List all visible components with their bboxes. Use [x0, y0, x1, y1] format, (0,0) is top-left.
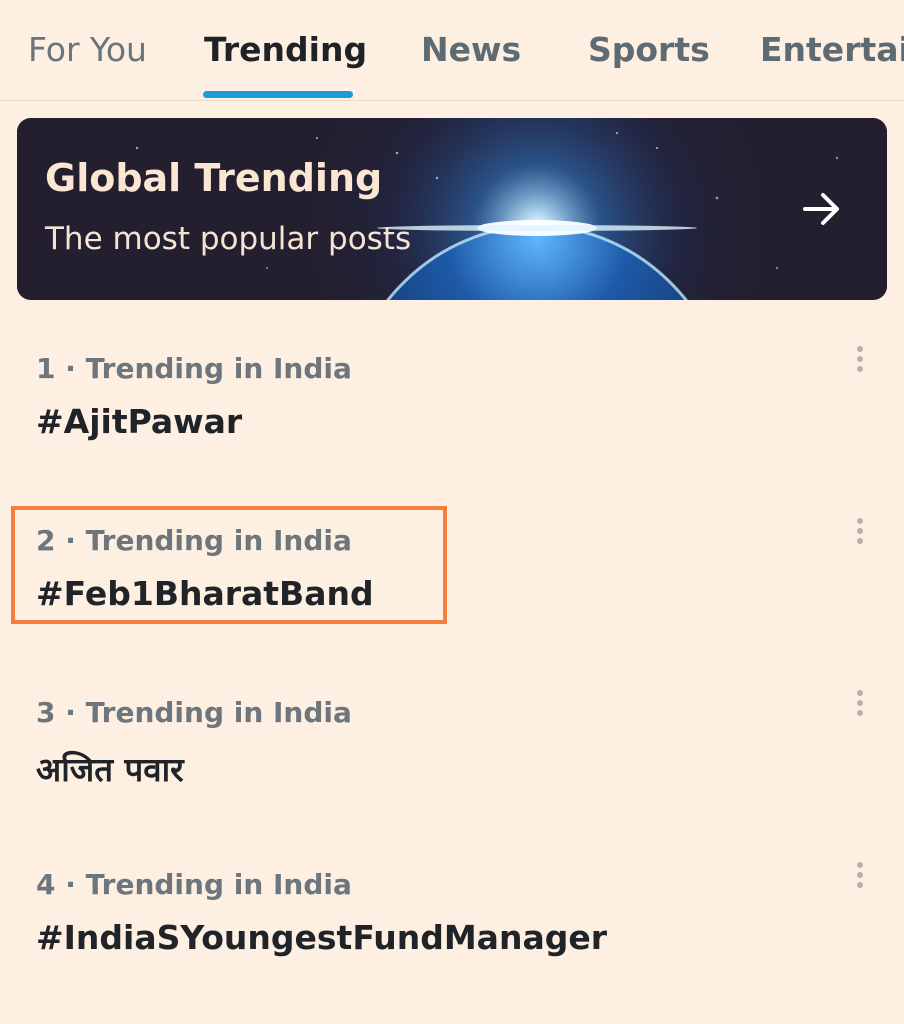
- earth-space-image: [17, 118, 887, 300]
- banner-title: Global Trending: [45, 156, 383, 200]
- active-tab-indicator: [203, 91, 353, 98]
- trend-name: अजित पवार: [36, 750, 184, 789]
- trend-item[interactable]: 2 · Trending in India #Feb1BharatBand: [0, 518, 904, 674]
- trend-item[interactable]: 3 · Trending in India अजित पवार: [0, 690, 904, 846]
- tab-trending[interactable]: Trending: [204, 30, 367, 69]
- tab-sports[interactable]: Sports: [588, 30, 710, 69]
- tab-news[interactable]: News: [421, 30, 521, 69]
- trend-meta: 2 · Trending in India: [36, 524, 352, 557]
- more-options-icon[interactable]: [846, 860, 874, 906]
- tab-for-you[interactable]: For You: [28, 30, 147, 69]
- trend-name: #IndiaSYoungestFundManager: [36, 918, 607, 957]
- trend-meta: 1 · Trending in India: [36, 352, 352, 385]
- trending-page: For You Trending News Sports Entertain: [0, 0, 904, 1024]
- trend-meta: 4 · Trending in India: [36, 868, 352, 901]
- more-options-icon[interactable]: [846, 516, 874, 562]
- trend-item[interactable]: 4 · Trending in India #IndiaSYoungestFun…: [0, 862, 904, 1018]
- more-options-icon[interactable]: [846, 344, 874, 390]
- trend-meta: 3 · Trending in India: [36, 696, 352, 729]
- global-trending-banner[interactable]: Global Trending The most popular posts: [17, 118, 887, 300]
- arrow-right-icon[interactable]: [799, 186, 845, 232]
- trend-item[interactable]: 1 · Trending in India #AjitPawar: [0, 346, 904, 502]
- banner-subtitle: The most popular posts: [45, 221, 412, 257]
- more-options-icon[interactable]: [846, 688, 874, 734]
- trend-name: #Feb1BharatBand: [36, 574, 374, 613]
- tab-entertainment[interactable]: Entertain: [760, 30, 904, 69]
- trend-name: #AjitPawar: [36, 402, 243, 441]
- tab-bar: For You Trending News Sports Entertain: [0, 0, 904, 101]
